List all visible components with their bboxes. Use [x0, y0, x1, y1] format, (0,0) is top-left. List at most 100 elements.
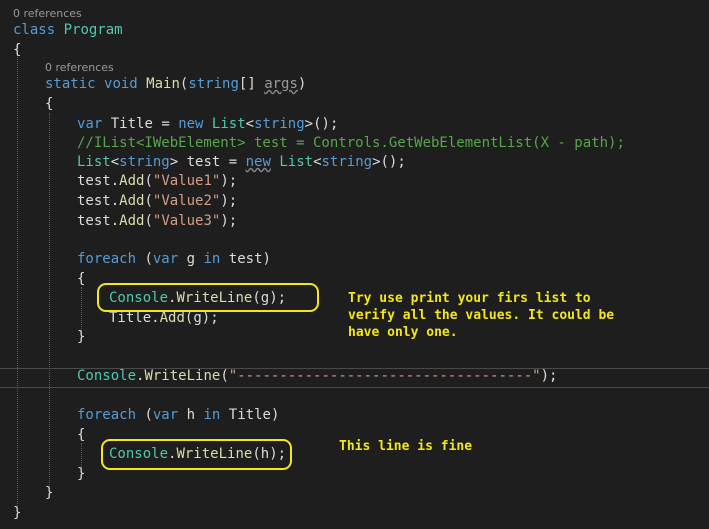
code-line-brace[interactable]: }	[13, 504, 21, 523]
annotation-note-first-list: Try use print your firs list to verify a…	[348, 291, 615, 340]
code-line-main-signature[interactable]: static void Main(string[] args)	[45, 75, 306, 94]
punct: >	[169, 154, 187, 170]
punct: );	[220, 213, 238, 229]
code-line-brace[interactable]: {	[13, 41, 21, 60]
method-add: Add	[119, 193, 145, 209]
punct: (	[136, 407, 153, 423]
code-line-add-value1[interactable]: test.Add("Value1");	[77, 172, 237, 191]
code-line-brace[interactable]: }	[45, 484, 53, 503]
punct: <	[110, 154, 120, 170]
brace-open: {	[13, 42, 22, 58]
keyword-foreach: foreach	[77, 407, 137, 423]
param-args: args	[264, 76, 298, 92]
code-line-class[interactable]: class Program	[13, 21, 123, 40]
keyword-new: new	[245, 154, 271, 170]
brace-open: {	[77, 271, 86, 287]
type-list: List	[77, 154, 111, 170]
punct: (	[144, 173, 153, 189]
string-dashes: "-----------------------------------"	[228, 368, 541, 384]
brace-open: {	[77, 427, 86, 443]
highlight-ring-writeline-h	[101, 439, 292, 470]
var-g: g	[193, 310, 202, 326]
brace-close: }	[77, 466, 86, 482]
type-console: Console	[77, 368, 137, 384]
brace-close: }	[13, 505, 22, 521]
code-line-add-value2[interactable]: test.Add("Value2");	[77, 192, 237, 211]
keyword-var: var	[77, 116, 103, 132]
punct: =	[220, 154, 246, 170]
code-line-test-decl[interactable]: List<string> test = new List<string>();	[77, 153, 406, 172]
punct: )	[270, 407, 280, 423]
punct: .	[110, 193, 120, 209]
punct: )	[297, 76, 307, 92]
punct: (	[220, 368, 229, 384]
string-value3: "Value3"	[152, 213, 221, 229]
code-line-brace[interactable]: }	[77, 465, 85, 484]
var-test: test	[77, 213, 111, 229]
code-line-brace[interactable]: }	[77, 328, 85, 347]
keyword-in: in	[203, 251, 221, 267]
keyword-var: var	[152, 251, 179, 267]
code-line-brace[interactable]: {	[77, 426, 85, 445]
punct: );	[220, 173, 238, 189]
var-test: test	[77, 193, 111, 209]
keyword-string: string	[188, 76, 239, 92]
punct: =	[152, 116, 179, 132]
keyword-new: new	[178, 116, 204, 132]
punct: (	[144, 193, 153, 209]
highlight-ring-writeline-g	[97, 283, 319, 312]
punct: .	[110, 213, 120, 229]
keyword-foreach: foreach	[77, 251, 137, 267]
code-line-brace[interactable]: {	[77, 270, 85, 289]
var-test: test	[228, 251, 263, 267]
brace-open: {	[45, 96, 54, 112]
var-g: g	[186, 251, 196, 267]
code-line-title-decl[interactable]: var Title = new List<string>();	[77, 115, 338, 134]
punct: );	[540, 368, 558, 384]
keyword-string: string	[321, 154, 373, 170]
class-references-codelens[interactable]: 0 references	[13, 7, 82, 20]
code-line-comment[interactable]: //IList<IWebElement> test = Controls.Get…	[77, 134, 625, 153]
punct: (	[136, 251, 153, 267]
keyword-void: void	[104, 76, 138, 92]
code-line-writeline-dashes[interactable]: Console.WriteLine("---------------------…	[77, 367, 557, 386]
class-name: Program	[63, 22, 123, 38]
keyword-var: var	[152, 407, 179, 423]
var-h: h	[186, 407, 196, 423]
indent-guide	[81, 287, 82, 331]
keyword-string: string	[119, 154, 170, 170]
var-test: test	[186, 154, 221, 170]
indent-guide	[49, 113, 50, 485]
punct: .	[110, 173, 120, 189]
punct: );	[220, 193, 238, 209]
code-line-foreach-g[interactable]: foreach (var g in test)	[77, 250, 271, 269]
method-add: Add	[119, 173, 145, 189]
annotation-note-line-fine: This line is fine	[339, 439, 473, 454]
punct: []	[238, 76, 265, 92]
punct: )	[262, 251, 271, 267]
punct: (	[144, 213, 153, 229]
code-line-foreach-h[interactable]: foreach (var h in Title)	[77, 406, 279, 425]
var-test: test	[77, 173, 111, 189]
punct: .	[151, 310, 160, 326]
type-list: List	[211, 116, 246, 132]
type-list: List	[279, 154, 314, 170]
punct: <	[313, 154, 322, 170]
keyword-in: in	[203, 407, 221, 423]
method-main: Main	[146, 76, 180, 92]
code-line-brace[interactable]: {	[45, 95, 53, 114]
keyword-class: class	[13, 22, 56, 38]
indent-guide	[17, 46, 18, 506]
punct: >();	[304, 116, 339, 132]
punct: <	[245, 116, 255, 132]
code-editor[interactable]: { "refs": { "class_refs": "0 references"…	[0, 0, 709, 529]
string-value1: "Value1"	[152, 173, 221, 189]
main-references-codelens[interactable]: 0 references	[45, 61, 114, 74]
keyword-string: string	[254, 116, 305, 132]
var-title: Title	[110, 116, 153, 132]
brace-close: }	[45, 485, 54, 501]
keyword-static: static	[45, 76, 96, 92]
string-value2: "Value2"	[152, 193, 221, 209]
code-line-add-value3[interactable]: test.Add("Value3");	[77, 212, 237, 231]
var-title: Title	[228, 407, 271, 423]
